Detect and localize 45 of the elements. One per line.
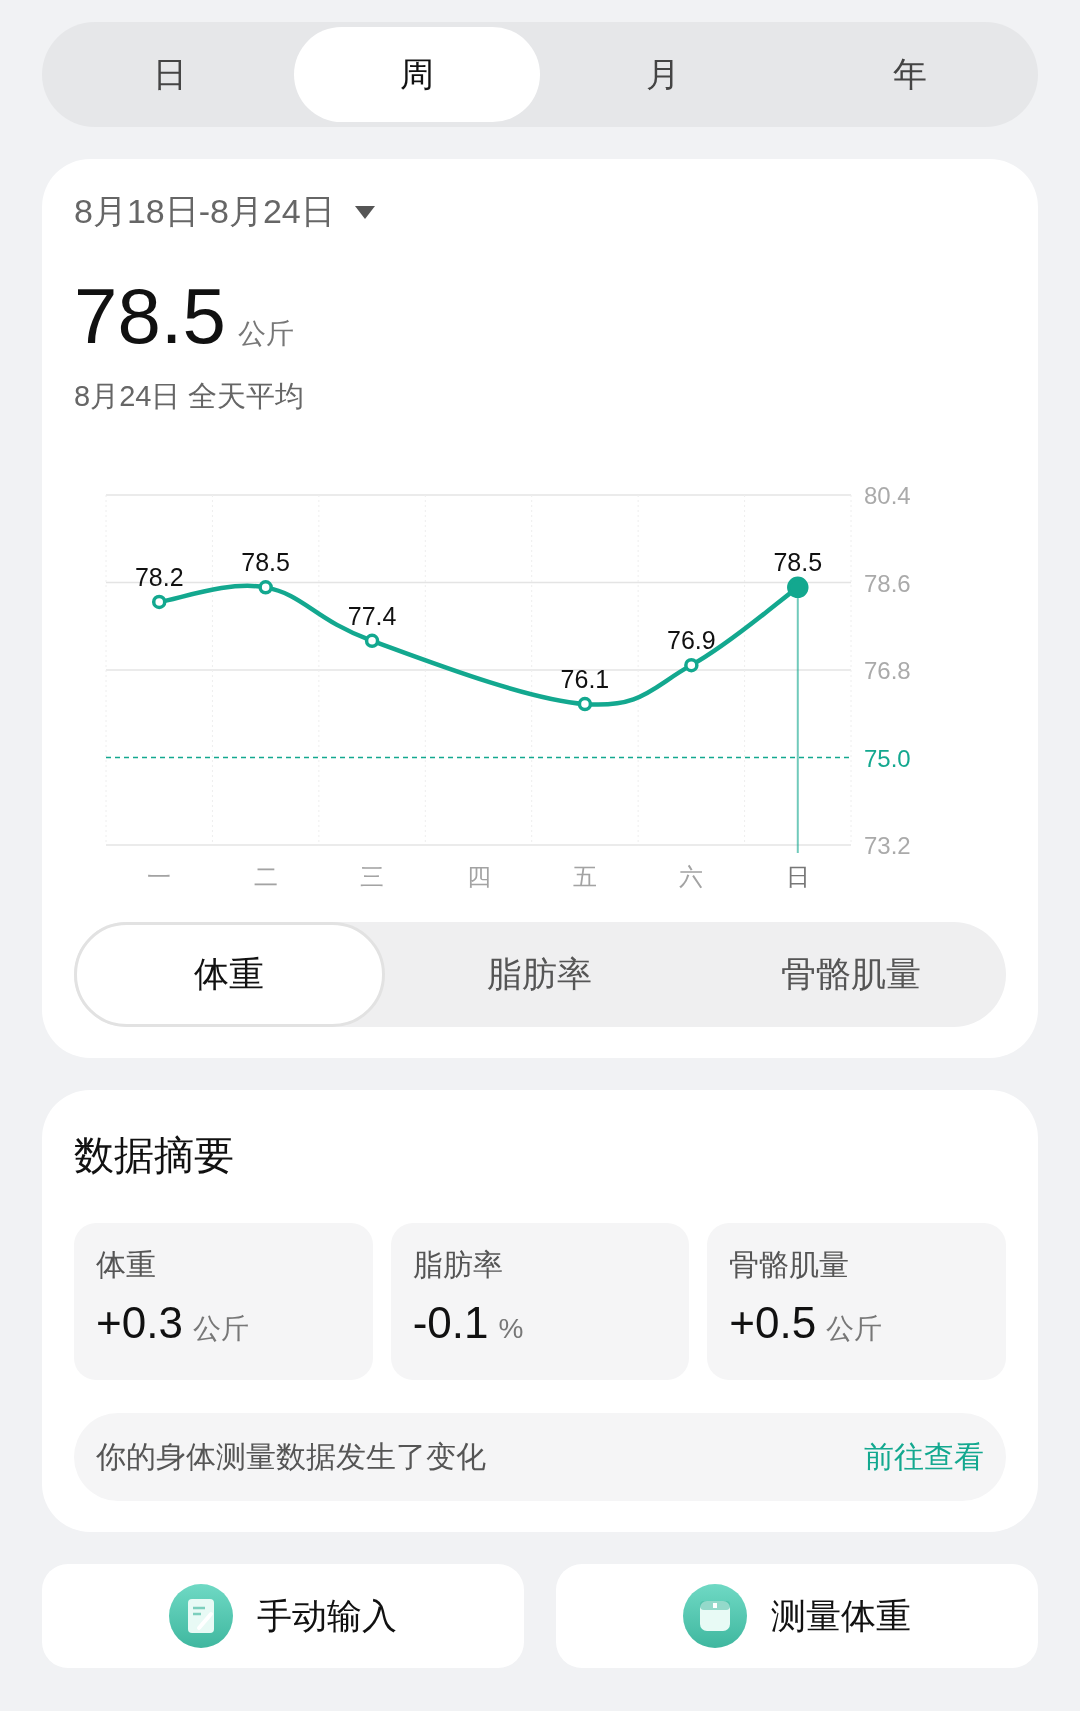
data-point[interactable] [258, 580, 273, 595]
weight-caption: 8月24日 全天平均 [74, 379, 306, 414]
notice-text: 你的身体测量数据发生了变化 [96, 1438, 486, 1475]
period-tab[interactable]: 周 [293, 27, 540, 122]
stat-value: -0.1 [412, 1298, 489, 1348]
note-icon [169, 1584, 233, 1648]
stat-unit: 公斤 [826, 1312, 883, 1346]
date-range[interactable]: 8月18日-8月24日 [74, 189, 335, 235]
stat-value: +0.5 [729, 1298, 817, 1348]
measure-button[interactable]: 测量体重 [556, 1564, 1038, 1668]
data-label: 78.2 [134, 562, 184, 591]
stat-unit: % [498, 1313, 524, 1345]
data-point[interactable] [151, 594, 167, 610]
y-axis-label: 75.0 [864, 744, 911, 772]
dropdown-caret-icon[interactable] [354, 205, 375, 219]
stat-label: 骨骼肌量 [729, 1247, 851, 1283]
data-label: 76.9 [667, 626, 716, 655]
data-label: 78.5 [241, 548, 290, 577]
data-point[interactable] [577, 696, 593, 712]
period-tab[interactable]: 月 [540, 27, 787, 122]
weight-value: 78.5 [74, 277, 226, 355]
summary-title: 数据摘要 [74, 1132, 235, 1179]
data-point[interactable] [684, 657, 699, 673]
x-axis-label[interactable]: 日 [785, 863, 810, 890]
manual-input-button[interactable]: 手动输入 [42, 1564, 524, 1668]
period-tab[interactable]: 日 [47, 27, 294, 122]
stat-unit: 公斤 [192, 1312, 249, 1346]
data-point[interactable] [787, 576, 809, 599]
y-axis-label: 76.8 [864, 657, 911, 684]
metric-tab[interactable]: 骨骼肌量 [695, 922, 1006, 1027]
metric-tab[interactable]: 体重 [74, 922, 385, 1027]
stat-label: 脂肪率 [412, 1247, 504, 1283]
metric-tab[interactable]: 脂肪率 [384, 922, 696, 1027]
data-point[interactable] [364, 633, 380, 649]
stat-value: +0.3 [96, 1298, 183, 1348]
data-label: 77.4 [347, 601, 397, 630]
data-label: 76.1 [560, 665, 610, 694]
y-axis-label: 80.4 [864, 482, 911, 509]
period-tab[interactable]: 年 [786, 27, 1033, 122]
weight-unit: 公斤 [237, 317, 294, 351]
y-axis-label: 78.6 [864, 569, 911, 597]
y-axis-label: 73.2 [864, 832, 911, 859]
scale-icon [683, 1584, 747, 1648]
stat-label: 体重 [96, 1247, 157, 1283]
data-label: 78.5 [773, 548, 823, 577]
